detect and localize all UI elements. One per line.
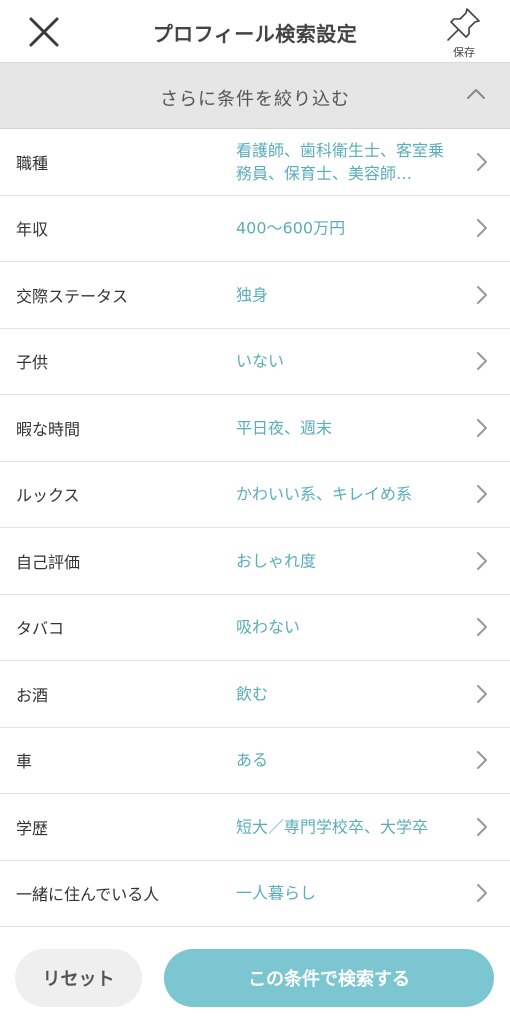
reset-button[interactable]: リセット (15, 949, 142, 1007)
search-button[interactable]: この条件で検索する (164, 949, 494, 1007)
condition-label: 学歴 (16, 818, 49, 838)
pin-icon (447, 8, 480, 41)
condition-value: 吸わない (236, 617, 301, 637)
condition-label: お酒 (16, 685, 49, 705)
condition-value: 短大／専門学校卒、大学卒 (236, 817, 429, 837)
chevron-right-icon (477, 684, 487, 703)
chevron-right-icon (477, 352, 487, 371)
condition-row-smoking[interactable]: タバコ 吸わない (0, 594, 510, 661)
chevron-right-icon (477, 152, 487, 171)
search-settings-screen: プロフィール検索設定 保存 さらに条件を絞り込む 職種 看護師、歯科衛生士、客室… (0, 0, 510, 1024)
page-title: プロフィール検索設定 (152, 22, 358, 46)
refine-section-toggle[interactable]: さらに条件を絞り込む (0, 63, 510, 129)
condition-label: ルックス (16, 486, 80, 506)
save-button[interactable]: 保存 (438, 4, 490, 62)
chevron-right-icon (477, 817, 487, 836)
condition-list: 職種 看護師、歯科衛生士、客室乗務員、保育士、美容師… 年収 400～600万円… (0, 129, 510, 927)
condition-value: 飲む (236, 684, 269, 704)
condition-value: 看護師、歯科衛生士、客室乗務員、保育士、美容師… (236, 140, 445, 183)
condition-label: 自己評価 (16, 552, 81, 572)
chevron-right-icon (477, 551, 487, 570)
condition-label: 車 (16, 752, 33, 772)
header: プロフィール検索設定 保存 (0, 0, 510, 63)
refine-section-label: さらに条件を絞り込む (160, 89, 350, 110)
condition-value: 平日夜、週末 (236, 418, 333, 438)
bottom-action-bar: リセット この条件で検索する (0, 938, 510, 1024)
condition-label: タバコ (16, 619, 65, 639)
condition-row-looks[interactable]: ルックス かわいい系、キレイめ系 (0, 461, 510, 528)
condition-value: おしゃれ度 (236, 551, 317, 571)
condition-row-children[interactable]: 子供 いない (0, 328, 510, 395)
condition-label: 子供 (16, 353, 49, 373)
condition-value: 一人暮らし (236, 883, 317, 903)
condition-label: 暇な時間 (16, 419, 81, 439)
chevron-right-icon (477, 751, 487, 770)
condition-row-education[interactable]: 学歴 短大／専門学校卒、大学卒 (0, 794, 510, 861)
condition-row-free-time[interactable]: 暇な時間 平日夜、週末 (0, 395, 510, 462)
chevron-right-icon (477, 485, 487, 504)
save-label: 保存 (453, 46, 475, 59)
condition-label: 職種 (16, 153, 49, 173)
condition-row-income[interactable]: 年収 400～600万円 (0, 195, 510, 262)
condition-row-living-with[interactable]: 一緒に住んでいる人 一人暮らし (0, 860, 510, 927)
condition-value: ある (236, 750, 269, 770)
condition-value: かわいい系、キレイめ系 (236, 484, 413, 504)
chevron-right-icon (477, 884, 487, 903)
chevron-right-icon (477, 418, 487, 437)
condition-value: いない (236, 351, 285, 371)
condition-row-car[interactable]: 車 ある (0, 727, 510, 794)
chevron-up-icon (467, 89, 485, 99)
condition-label: 交際ステータス (16, 286, 129, 306)
condition-value: 独身 (236, 285, 269, 305)
condition-label: 一緒に住んでいる人 (16, 885, 160, 905)
condition-row-self-assessment[interactable]: 自己評価 おしゃれ度 (0, 528, 510, 595)
condition-label: 年収 (16, 220, 49, 240)
chevron-right-icon (477, 285, 487, 304)
chevron-right-icon (477, 618, 487, 637)
condition-row-relationship-status[interactable]: 交際ステータス 独身 (0, 262, 510, 329)
chevron-right-icon (477, 219, 487, 238)
condition-row-alcohol[interactable]: お酒 飲む (0, 661, 510, 728)
condition-row-occupation[interactable]: 職種 看護師、歯科衛生士、客室乗務員、保育士、美容師… (0, 129, 510, 196)
condition-value: 400～600万円 (236, 218, 346, 238)
